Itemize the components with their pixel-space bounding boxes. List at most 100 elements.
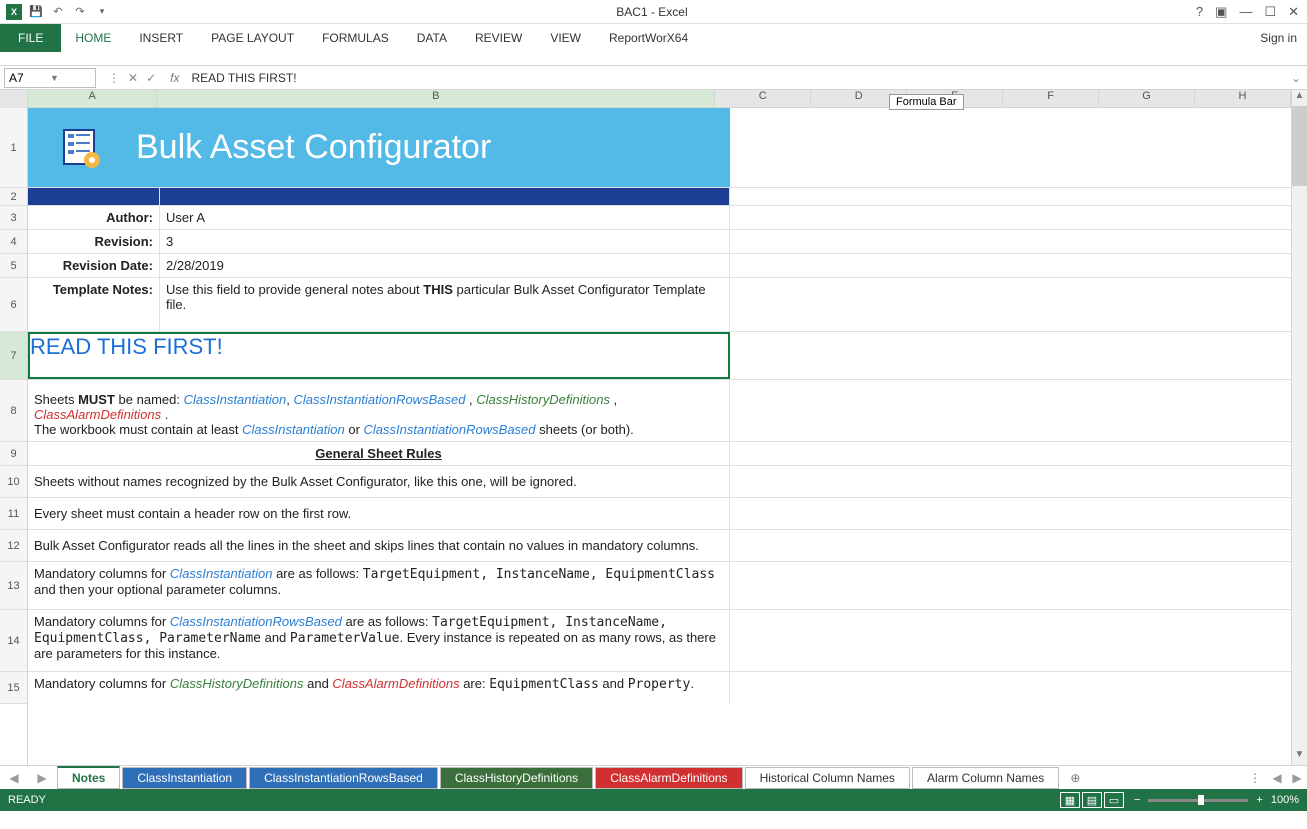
title-banner: Bulk Asset Configurator <box>28 108 730 187</box>
rule-text[interactable]: Sheets without names recognized by the B… <box>28 466 730 497</box>
row-header[interactable]: 3 <box>0 206 27 230</box>
file-tab[interactable]: FILE <box>0 24 61 52</box>
cells: Bulk Asset Configurator Author:User A Re… <box>28 108 1291 704</box>
zoom-level[interactable]: 100% <box>1271 794 1299 806</box>
help-icon[interactable]: ? <box>1196 4 1203 20</box>
tab-data[interactable]: DATA <box>403 24 461 52</box>
row-header[interactable]: 5 <box>0 254 27 278</box>
revision-date-value[interactable]: 2/28/2019 <box>160 254 730 277</box>
formula-expand-icon[interactable]: ⌄ <box>1285 71 1307 85</box>
zoom-out-icon[interactable]: − <box>1134 794 1140 806</box>
select-all-corner[interactable] <box>0 90 27 108</box>
normal-view-icon[interactable]: ▦ <box>1060 792 1080 808</box>
minimize-icon[interactable]: ― <box>1239 4 1252 20</box>
page-break-view-icon[interactable]: ▭ <box>1104 792 1124 808</box>
page-layout-view-icon[interactable]: ▤ <box>1082 792 1102 808</box>
row-header[interactable]: 8 <box>0 380 27 442</box>
excel-icon: X <box>6 4 22 20</box>
row-header[interactable]: 7 <box>0 332 27 380</box>
hscroll-left-icon[interactable]: ◀ <box>1267 771 1287 785</box>
close-icon[interactable]: ✕ <box>1288 4 1299 20</box>
status-bar: READY ▦ ▤ ▭ − + 100% <box>0 789 1307 811</box>
status-text: READY <box>8 794 1060 806</box>
window-title: BAC1 - Excel <box>116 5 1188 19</box>
tab-home[interactable]: HOME <box>61 24 125 52</box>
name-box-dropdown-icon[interactable]: ▼ <box>50 73 91 83</box>
row-header[interactable]: 12 <box>0 530 27 562</box>
col-header[interactable]: C <box>715 90 811 107</box>
name-box[interactable]: A7 ▼ <box>4 68 96 88</box>
tab-insert[interactable]: INSERT <box>125 24 197 52</box>
zoom-slider[interactable] <box>1148 799 1248 802</box>
general-rules-heading: General Sheet Rules <box>315 446 441 461</box>
grid-body: A B C D E F G H Bulk Asset Configurator … <box>28 90 1291 765</box>
sheet-tab-cirb[interactable]: ClassInstantiationRowsBased <box>249 767 438 789</box>
mandatory-cols-chd-cad[interactable]: Mandatory columns for ClassHistoryDefini… <box>28 672 730 704</box>
col-header[interactable]: B <box>157 90 715 107</box>
template-notes-value[interactable]: Use this field to provide general notes … <box>160 278 730 331</box>
sheet-tab-ci[interactable]: ClassInstantiation <box>122 767 247 789</box>
sheet-tab-chd[interactable]: ClassHistoryDefinitions <box>440 767 593 789</box>
rule-text[interactable]: Every sheet must contain a header row on… <box>28 498 730 529</box>
hscroll-right-icon[interactable]: ▶ <box>1287 771 1307 785</box>
row-header[interactable]: 15 <box>0 672 27 704</box>
save-icon[interactable]: 💾 <box>28 4 44 20</box>
cancel-icon[interactable]: ✕ <box>128 71 138 85</box>
row-header[interactable]: 11 <box>0 498 27 530</box>
vertical-scrollbar[interactable]: ▲ ▼ <box>1291 90 1307 765</box>
maximize-icon[interactable]: ☐ <box>1264 4 1276 20</box>
enter-icon[interactable]: ✓ <box>146 71 156 85</box>
scroll-down-icon[interactable]: ▼ <box>1292 749 1307 765</box>
zoom-knob[interactable] <box>1198 795 1204 805</box>
mandatory-cols-cirb[interactable]: Mandatory columns for ClassInstantiation… <box>28 610 730 671</box>
tab-page-layout[interactable]: PAGE LAYOUT <box>197 24 308 52</box>
sheet-nav-next-icon[interactable]: ▶ <box>28 771 56 785</box>
col-header[interactable]: A <box>28 90 157 107</box>
row-header[interactable]: 6 <box>0 278 27 332</box>
sheet-tab-notes[interactable]: Notes <box>57 766 120 789</box>
sheet-tab-hcn[interactable]: Historical Column Names <box>745 767 910 789</box>
revision-value[interactable]: 3 <box>160 230 730 253</box>
mandatory-cols-ci[interactable]: Mandatory columns for ClassInstantiation… <box>28 562 730 609</box>
sheet-tab-cad[interactable]: ClassAlarmDefinitions <box>595 767 742 789</box>
tab-reportworx[interactable]: ReportWorX64 <box>595 24 702 52</box>
formula-input[interactable]: READ THIS FIRST! <box>185 71 1284 85</box>
separator-icon: ⋮ <box>108 71 120 85</box>
col-header[interactable]: F <box>1003 90 1099 107</box>
row-header[interactable]: 1 <box>0 108 27 188</box>
undo-icon[interactable]: ↶ <box>50 4 66 20</box>
zoom-in-icon[interactable]: + <box>1256 794 1262 806</box>
sheet-tab-acn[interactable]: Alarm Column Names <box>912 767 1059 789</box>
row-header[interactable]: 13 <box>0 562 27 610</box>
row-header[interactable]: 10 <box>0 466 27 498</box>
formula-bar-row: A7 ▼ ⋮ ✕ ✓ fx READ THIS FIRST! ⌄ <box>0 66 1307 90</box>
rule-text[interactable]: Bulk Asset Configurator reads all the li… <box>28 530 730 561</box>
sheet-tab-bar: ◀ ▶ Notes ClassInstantiation ClassInstan… <box>0 765 1307 789</box>
row-header[interactable]: 2 <box>0 188 27 206</box>
formula-buttons: ⋮ ✕ ✓ <box>100 71 164 85</box>
ribbon-display-icon[interactable]: ▣ <box>1215 4 1227 20</box>
col-header[interactable]: H <box>1195 90 1291 107</box>
spreadsheet-grid: 1 2 3 4 5 6 7 8 9 10 11 12 13 14 15 A B … <box>0 90 1307 765</box>
tab-formulas[interactable]: FORMULAS <box>308 24 403 52</box>
fx-icon[interactable]: fx <box>164 71 185 85</box>
sheet-nav-prev-icon[interactable]: ◀ <box>0 771 28 785</box>
author-value[interactable]: User A <box>160 206 730 229</box>
sheet-naming-rules[interactable]: Sheets MUST be named: ClassInstantiation… <box>28 380 730 441</box>
row-header[interactable]: 9 <box>0 442 27 466</box>
row-header[interactable]: 4 <box>0 230 27 254</box>
col-header[interactable]: G <box>1099 90 1195 107</box>
row-header[interactable]: 14 <box>0 610 27 672</box>
add-sheet-icon[interactable]: ⊕ <box>1060 771 1090 785</box>
tab-review[interactable]: REVIEW <box>461 24 536 52</box>
revision-label: Revision: <box>28 230 160 253</box>
qat-dropdown-icon[interactable]: ▾ <box>94 4 110 20</box>
sign-in-link[interactable]: Sign in <box>1250 31 1307 45</box>
redo-icon[interactable]: ↷ <box>72 4 88 20</box>
scroll-up-icon[interactable]: ▲ <box>1292 90 1307 106</box>
scrollbar-thumb[interactable] <box>1292 106 1307 186</box>
sheet-more-icon[interactable]: ⋮ <box>1243 771 1267 785</box>
read-this-first-cell[interactable]: READ THIS FIRST! <box>28 332 730 379</box>
banner-title: Bulk Asset Configurator <box>136 128 491 167</box>
tab-view[interactable]: VIEW <box>536 24 595 52</box>
